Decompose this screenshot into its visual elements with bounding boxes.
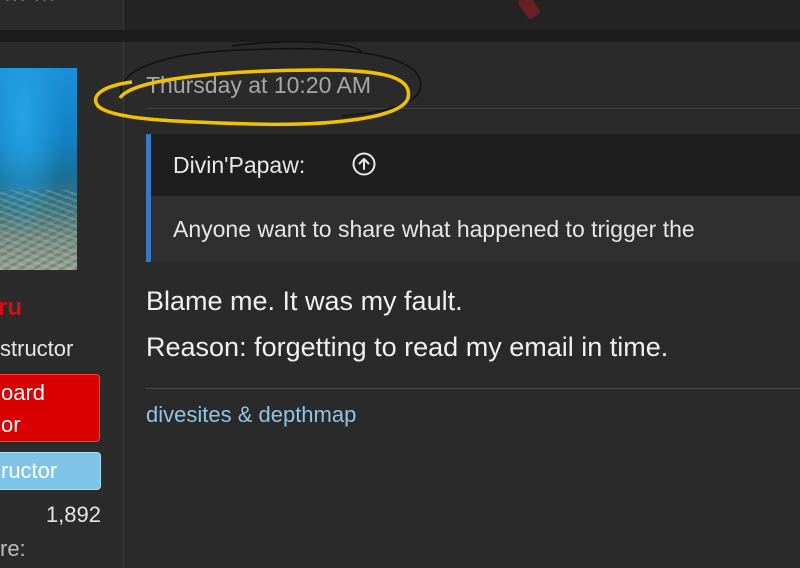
staff-badge: oard or bbox=[0, 374, 100, 442]
previous-post-fragment: ··· ··· bbox=[0, 0, 800, 32]
username[interactable]: ru bbox=[0, 294, 22, 322]
staff-badge-line-2: or bbox=[1, 412, 21, 437]
user-title: structor bbox=[0, 336, 74, 361]
avatar[interactable] bbox=[0, 68, 77, 270]
red-mark-fragment bbox=[516, 0, 542, 21]
previous-post-text: ··· ··· bbox=[4, 0, 57, 11]
tags-divider bbox=[146, 388, 800, 389]
tag-link[interactable]: divesites & depthmap bbox=[146, 402, 356, 428]
stat-label: re: bbox=[0, 536, 26, 561]
user-sidebar: ru structor oard or ructor 1,892 re: bbox=[0, 42, 124, 568]
quote-author[interactable]: Divin'Papaw: bbox=[173, 152, 305, 179]
post-body: Thursday at 10:20 AM Divin'Papaw: Anyone… bbox=[93, 41, 800, 568]
message-line-1: Blame me. It was my fault. bbox=[146, 286, 463, 316]
quote-block: Divin'Papaw: Anyone want to share what h… bbox=[146, 134, 800, 262]
forum-thread-page: ··· ··· ru structor oard or ructor 1,892… bbox=[0, 0, 800, 568]
avatar-seabed bbox=[0, 190, 77, 270]
role-badge: ructor bbox=[0, 452, 101, 490]
post-timestamp[interactable]: Thursday at 10:20 AM bbox=[146, 72, 371, 99]
quote-text: Anyone want to share what happened to tr… bbox=[173, 216, 695, 242]
timestamp-divider bbox=[146, 108, 800, 109]
post-divider bbox=[0, 30, 800, 42]
arrow-up-circle-icon[interactable] bbox=[352, 152, 376, 176]
message-count: 1,892 bbox=[45, 502, 101, 527]
message-line-2: Reason: forgetting to read my email in t… bbox=[146, 332, 669, 362]
staff-badge-line-1: oard bbox=[1, 380, 46, 405]
previous-post-sidebar: ··· ··· bbox=[0, 0, 124, 32]
quote-header[interactable]: Divin'Papaw: bbox=[151, 134, 800, 196]
